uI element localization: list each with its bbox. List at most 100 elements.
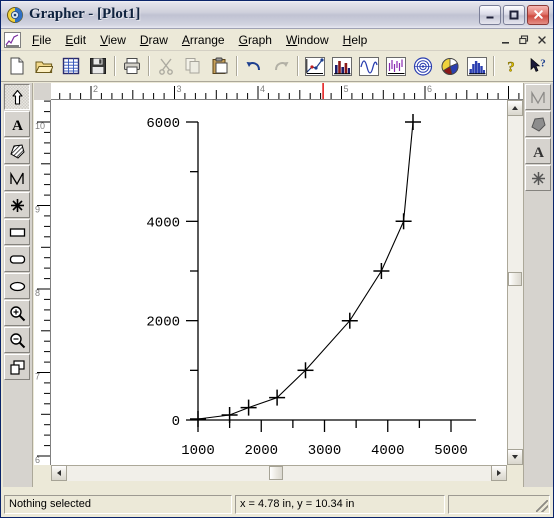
new-icon[interactable]: [4, 54, 29, 78]
status-extra-panel: [448, 494, 550, 514]
toolbar-separator: [111, 55, 118, 77]
ellipse-tool[interactable]: [4, 273, 30, 299]
svg-text:0: 0: [172, 414, 180, 430]
status-selection-panel: Nothing selected: [4, 494, 232, 514]
menu-bar: FFileile Edit View Draw Arrange Graph Wi…: [1, 29, 553, 51]
menu-item-draw[interactable]: Draw: [133, 31, 175, 49]
polygon-tool[interactable]: [4, 138, 30, 164]
mdi-minimize-button[interactable]: [497, 32, 514, 48]
svg-text:4: 4: [260, 84, 265, 94]
rounded-rect-tool[interactable]: [4, 246, 30, 272]
fill-properties-tool[interactable]: [525, 111, 551, 137]
horizontal-ruler[interactable]: 2 3 4 5 6: [34, 83, 523, 100]
status-coordinates-panel: x = 4.78 in, y = 10.34 in: [235, 494, 445, 514]
symbol-properties-tool[interactable]: [525, 165, 551, 191]
grapher-window: Grapher - [Plot1] FFileile Edit: [0, 0, 554, 518]
vertical-ruler-ticks: 10 9 8 7 6: [35, 100, 50, 465]
polyline-tool[interactable]: [4, 165, 30, 191]
symbol-tool[interactable]: [4, 192, 30, 218]
rectangle-tool[interactable]: [4, 219, 30, 245]
svg-text:5000: 5000: [434, 443, 468, 459]
scroll-right-button[interactable]: [491, 465, 507, 481]
menu-item-view[interactable]: View: [93, 31, 133, 49]
menu-item-help[interactable]: Help: [336, 31, 375, 49]
plot-graph[interactable]: 0 2000 4000 6000 1000 2000 3000 4000 5000: [51, 100, 507, 465]
cut-scissors-icon[interactable]: [153, 54, 178, 78]
status-bar: Nothing selected x = 4.78 in, y = 10.34 …: [1, 491, 553, 517]
copy-icon[interactable]: [180, 54, 205, 78]
svg-text:2000: 2000: [244, 443, 278, 459]
svg-text:3: 3: [177, 84, 182, 94]
svg-text:A: A: [12, 118, 23, 133]
help-question-icon[interactable]: ?: [498, 54, 523, 78]
svg-text:8: 8: [35, 288, 40, 298]
zoom-in-tool[interactable]: [4, 300, 30, 326]
open-folder-icon[interactable]: [31, 54, 56, 78]
mdi-restore-button[interactable]: [515, 32, 532, 48]
svg-text:?: ?: [507, 60, 515, 76]
svg-text:10: 10: [35, 121, 45, 131]
vertical-scroll-thumb[interactable]: [508, 272, 522, 286]
ruler-corner: [34, 83, 51, 100]
histogram-icon[interactable]: [464, 54, 489, 78]
polar-plot-icon[interactable]: [410, 54, 435, 78]
window-controls: [479, 4, 553, 25]
worksheet-icon[interactable]: [58, 54, 83, 78]
minimize-button[interactable]: [479, 4, 501, 25]
plot-canvas[interactable]: 0 2000 4000 6000 1000 2000 3000 4000 5000: [51, 100, 507, 465]
svg-text:1000: 1000: [181, 443, 215, 459]
save-floppy-icon[interactable]: [85, 54, 110, 78]
svg-text:9: 9: [35, 205, 40, 215]
toolbar-separator: [145, 55, 152, 77]
line-scatter-plot-icon[interactable]: [302, 54, 327, 78]
scroll-down-button[interactable]: [507, 449, 523, 465]
svg-text:3000: 3000: [308, 443, 342, 459]
resize-grip-icon[interactable]: [536, 499, 548, 512]
horizontal-scrollbar[interactable]: [51, 465, 507, 481]
undo-arrow-icon[interactable]: [241, 54, 266, 78]
svg-text:4000: 4000: [146, 215, 180, 231]
mdi-close-button[interactable]: [533, 32, 550, 48]
paste-clipboard-icon[interactable]: [207, 54, 232, 78]
svg-text:7: 7: [35, 372, 40, 382]
bar-chart-icon[interactable]: [329, 54, 354, 78]
scroll-up-button[interactable]: [507, 100, 523, 116]
svg-text:6000: 6000: [146, 116, 180, 132]
horizontal-scroll-thumb[interactable]: [269, 466, 283, 480]
svg-text:6: 6: [427, 84, 432, 94]
text-properties-tool[interactable]: A: [525, 138, 551, 164]
text-tool[interactable]: A: [4, 111, 30, 137]
pie-chart-icon[interactable]: [437, 54, 462, 78]
menu-item-file[interactable]: FFileile: [25, 31, 58, 49]
draw-tools-palette: A: [3, 83, 33, 487]
scroll-left-button[interactable]: [51, 465, 67, 481]
close-button[interactable]: [527, 4, 549, 25]
svg-text:2: 2: [93, 84, 98, 94]
menu-item-window[interactable]: Window: [279, 31, 336, 49]
zoom-out-tool[interactable]: [4, 327, 30, 353]
mdi-controls: [497, 32, 553, 48]
vertical-ruler[interactable]: 10 9 8 7 6: [34, 100, 51, 465]
svg-text:?: ?: [540, 58, 546, 70]
plot-document-icon[interactable]: [4, 31, 21, 48]
arrange-layers-tool[interactable]: [4, 354, 30, 380]
title-bar: Grapher - [Plot1]: [1, 1, 553, 29]
menu-item-arrange[interactable]: Arrange: [175, 31, 232, 49]
toolbar-separator: [233, 55, 240, 77]
vertical-scrollbar[interactable]: [507, 100, 523, 465]
svg-text:2000: 2000: [146, 315, 180, 331]
menu-item-edit[interactable]: Edit: [58, 31, 93, 49]
line-properties-tool[interactable]: [525, 84, 551, 110]
context-help-icon[interactable]: ?: [525, 54, 550, 78]
function-plot-icon[interactable]: [356, 54, 381, 78]
menu-item-graph[interactable]: Graph: [232, 31, 279, 49]
svg-text:4000: 4000: [371, 443, 405, 459]
print-icon[interactable]: [119, 54, 144, 78]
properties-palette: A: [523, 83, 553, 487]
hi-low-close-icon[interactable]: [383, 54, 408, 78]
svg-text:A: A: [533, 145, 544, 160]
redo-arrow-icon[interactable]: [268, 54, 293, 78]
select-arrow-tool[interactable]: [4, 84, 30, 110]
maximize-button[interactable]: [503, 4, 525, 25]
svg-text:6: 6: [35, 455, 40, 465]
